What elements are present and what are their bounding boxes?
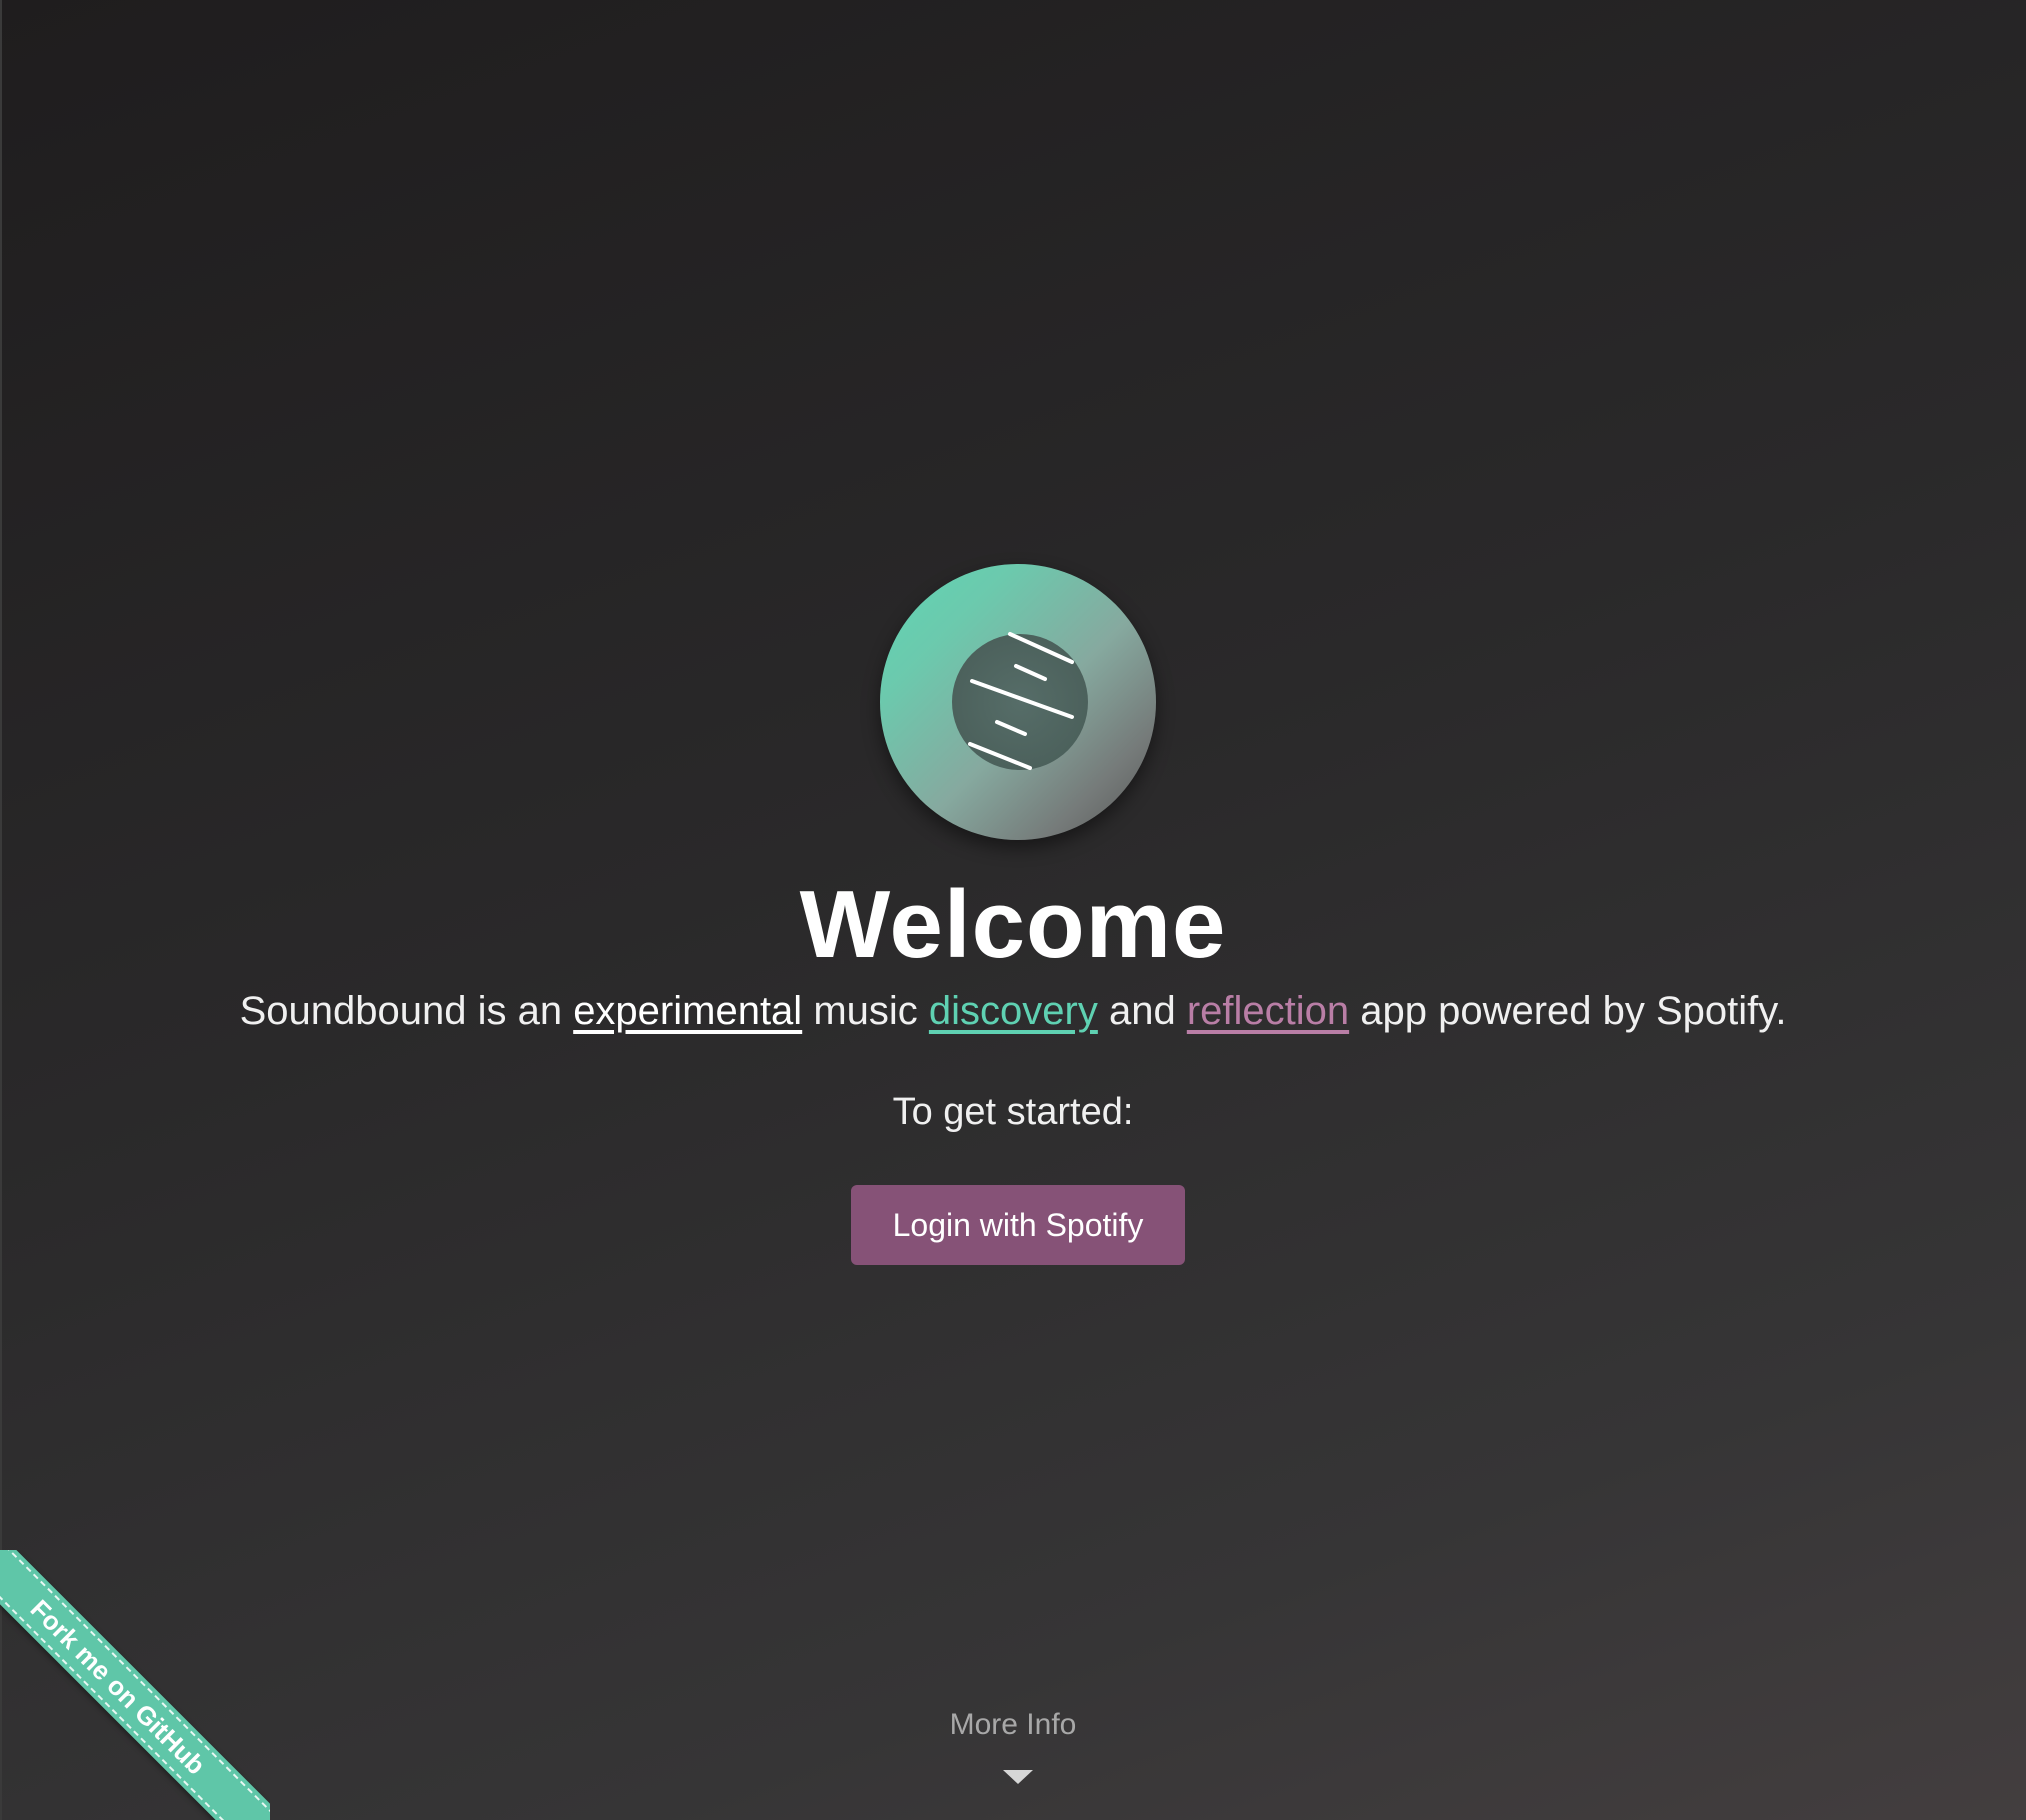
page-title: Welcome	[799, 871, 1227, 978]
get-started-text: To get started:	[892, 1091, 1134, 1133]
more-info-link[interactable]: More Info	[0, 1708, 2026, 1742]
intro-mid-1: music	[802, 989, 929, 1033]
github-ribbon-band[interactable]: Fork me on GitHub	[0, 1550, 270, 1820]
login-with-spotify-button[interactable]: Login with Spotify	[851, 1185, 1185, 1265]
discovery-link[interactable]: discovery	[929, 989, 1098, 1033]
intro-prefix: Soundbound is an	[239, 989, 574, 1033]
reflection-link[interactable]: reflection	[1187, 989, 1349, 1033]
intro-suffix: app powered by Spotify.	[1349, 989, 1787, 1033]
soundbound-logo-icon	[880, 564, 1156, 840]
github-ribbon-label[interactable]: Fork me on GitHub	[0, 1550, 270, 1820]
experimental-link[interactable]: experimental	[573, 989, 802, 1033]
logo-lines-icon	[968, 632, 1074, 770]
chevron-down-icon[interactable]	[1003, 1770, 1033, 1784]
github-ribbon[interactable]: Fork me on GitHub	[0, 1550, 270, 1820]
intro-text: Soundbound is an experimental music disc…	[0, 985, 2026, 1037]
intro-mid-2: and	[1097, 989, 1187, 1033]
